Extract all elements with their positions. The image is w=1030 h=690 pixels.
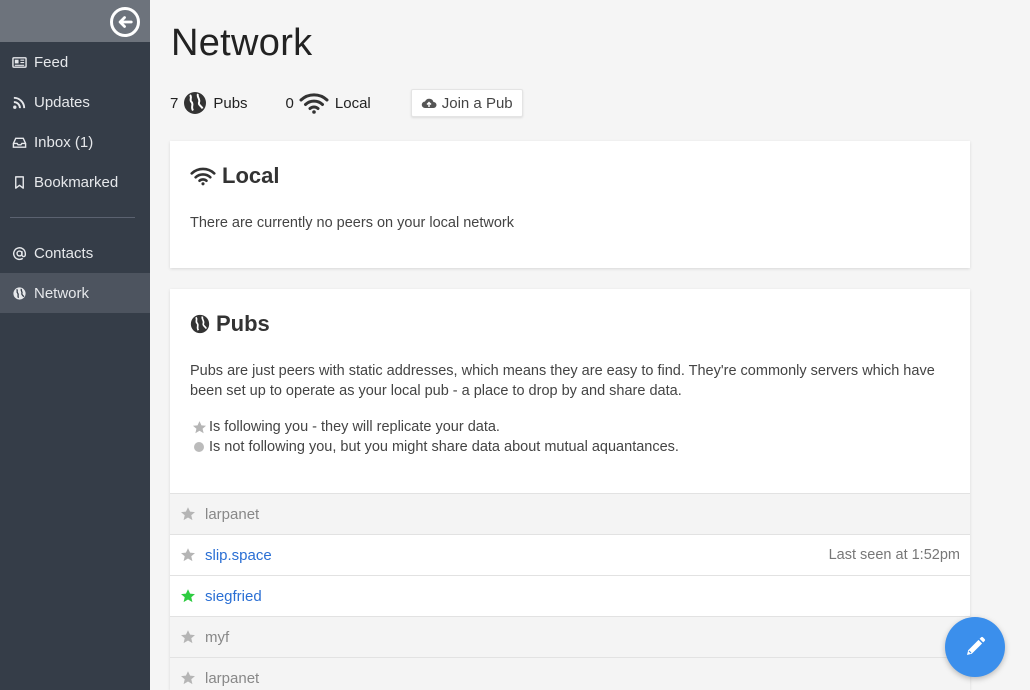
main-content: Network 7 Pubs 0 Local Join a Pub Local … [150, 0, 1030, 690]
peer-row[interactable]: siegfried [170, 575, 970, 616]
pubs-legend: Is following you - they will replicate y… [170, 417, 970, 457]
peer-row[interactable]: larpanet [170, 657, 970, 690]
sidebar-item-feed[interactable]: Feed [0, 42, 150, 82]
sidebar-item-label: Network [34, 284, 90, 302]
page-title: Network [171, 22, 313, 64]
pubs-card-heading: Pubs [170, 289, 970, 337]
back-arrow-icon[interactable] [110, 7, 140, 37]
peer-name: siegfried [205, 587, 262, 605]
globe-icon [190, 314, 210, 334]
peer-row[interactable]: larpanet [170, 493, 970, 534]
local-card-title: Local [222, 163, 280, 188]
star-icon [190, 420, 208, 435]
sidebar: Feed Updates Inbox (1) Bookmarked Contac… [0, 0, 150, 690]
sidebar-divider [10, 217, 135, 218]
join-pub-button[interactable]: Join a Pub [410, 89, 523, 117]
sidebar-item-label: Updates [34, 93, 90, 111]
pubs-label: Pubs [213, 94, 248, 112]
star-icon [179, 629, 197, 645]
peer-last-seen: Last seen at 1:52pm [828, 547, 960, 563]
globe-icon [10, 284, 28, 302]
local-card-heading: Local [170, 141, 970, 189]
sidebar-item-updates[interactable]: Updates [0, 82, 150, 122]
peer-name: larpanet [205, 669, 260, 687]
local-card: Local There are currently no peers on yo… [170, 141, 970, 268]
newspaper-icon [10, 53, 28, 71]
globe-icon [183, 91, 207, 115]
peer-name: larpanet [205, 505, 260, 523]
wifi-icon [299, 92, 329, 114]
pencil-icon [967, 636, 986, 655]
inbox-icon [10, 133, 28, 151]
local-count: 0 [285, 94, 294, 112]
wifi-icon [190, 167, 216, 186]
dot-icon [190, 442, 208, 452]
peer-name: slip.space [205, 546, 272, 564]
local-stat: 0 Local [286, 92, 371, 114]
peer-list: larpanet slip.space Last seen at 1:52pm … [170, 493, 970, 690]
star-icon [179, 506, 197, 522]
at-icon [10, 244, 28, 262]
pubs-stat: 7 Pubs [170, 91, 248, 115]
legend-following-text: Is following you - they will replicate y… [209, 419, 500, 435]
cloud-upload-icon [421, 98, 437, 108]
star-icon [179, 588, 197, 604]
star-icon [179, 670, 197, 686]
legend-following: Is following you - they will replicate y… [190, 417, 950, 437]
compose-button[interactable] [945, 617, 1005, 677]
peer-name: myf [205, 628, 230, 646]
legend-not-following: Is not following you, but you might shar… [190, 437, 950, 457]
sidebar-item-contacts[interactable]: Contacts [0, 233, 150, 273]
pubs-card-title: Pubs [216, 311, 270, 336]
pubs-count: 7 [170, 94, 179, 112]
join-pub-label: Join a Pub [441, 94, 513, 112]
sidebar-header [0, 0, 150, 42]
legend-not-following-text: Is not following you, but you might shar… [209, 439, 679, 455]
rss-icon [10, 93, 28, 111]
sidebar-item-label: Inbox (1) [34, 133, 94, 151]
peer-row[interactable]: slip.space Last seen at 1:52pm [170, 534, 970, 575]
network-stats: 7 Pubs 0 Local Join a Pub [170, 88, 523, 118]
bookmark-icon [10, 173, 28, 191]
pubs-card: Pubs Pubs are just peers with static add… [170, 289, 970, 690]
pubs-card-text: Pubs are just peers with static addresse… [190, 363, 935, 399]
sidebar-item-network[interactable]: Network [0, 273, 150, 313]
sidebar-item-label: Bookmarked [34, 173, 119, 191]
sidebar-item-label: Contacts [34, 244, 94, 262]
star-icon [179, 547, 197, 563]
local-label: Local [334, 94, 371, 112]
sidebar-item-label: Feed [34, 53, 69, 71]
peer-row[interactable]: myf [170, 616, 970, 657]
local-card-text: There are currently no peers on your loc… [190, 215, 514, 231]
sidebar-item-bookmarked[interactable]: Bookmarked [0, 162, 150, 202]
sidebar-item-inbox[interactable]: Inbox (1) [0, 122, 150, 162]
